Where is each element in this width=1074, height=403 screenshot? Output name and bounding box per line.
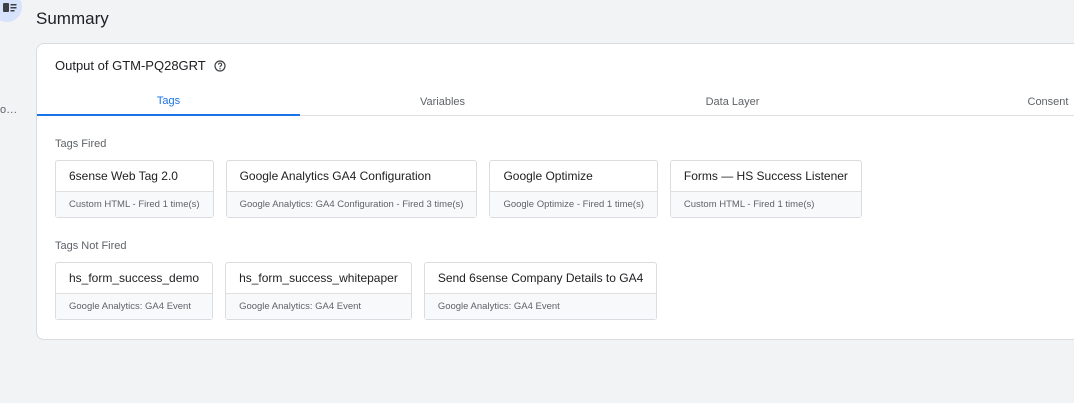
tag-name: 6sense Web Tag 2.0 (56, 161, 213, 192)
tag-card[interactable]: hs_form_success_whitepaper Google Analyt… (225, 262, 412, 320)
tags-fired-heading: Tags Fired (55, 138, 107, 150)
tab-bar: Tags Variables Data Layer Consent (37, 88, 1074, 116)
tag-meta: Google Analytics: GA4 Event (56, 294, 213, 319)
tag-meta: Custom HTML - Fired 1 time(s) (670, 192, 861, 217)
tag-name: hs_form_success_demo (56, 263, 213, 294)
tag-card[interactable]: Google Analytics GA4 Configuration Googl… (225, 160, 478, 218)
help-icon[interactable] (214, 59, 226, 72)
output-card: Output of GTM-PQ28GRT Tags Variables Dat… (36, 43, 1074, 340)
tag-meta: Google Analytics: GA4 Configuration - Fi… (226, 192, 477, 217)
output-title: Output of GTM-PQ28GRT (55, 58, 206, 73)
tag-card[interactable]: Google Optimize Google Optimize - Fired … (489, 160, 658, 218)
tag-card[interactable]: hs_form_success_demo Google Analytics: G… (55, 262, 214, 320)
tab-tags[interactable]: Tags (37, 88, 300, 116)
tags-fired-list: 6sense Web Tag 2.0 Custom HTML - Fired 1… (55, 160, 862, 218)
tag-name: Forms — HS Success Listener (670, 161, 861, 192)
tags-not-fired-list: hs_form_success_demo Google Analytics: G… (55, 262, 658, 320)
tab-data-layer[interactable]: Data Layer (585, 88, 880, 116)
tab-variables[interactable]: Variables (300, 88, 585, 116)
tag-meta: Custom HTML - Fired 1 time(s) (56, 192, 213, 217)
tag-card[interactable]: Send 6sense Company Details to GA4 Googl… (423, 262, 658, 320)
list-icon (0, 0, 17, 19)
page-title: Summary (36, 9, 109, 28)
tag-name: hs_form_success_whitepaper (226, 263, 411, 294)
tag-name: Send 6sense Company Details to GA4 (424, 263, 657, 294)
tab-consent[interactable]: Consent (880, 88, 1074, 116)
tag-card[interactable]: 6sense Web Tag 2.0 Custom HTML - Fired 1… (55, 160, 214, 218)
tag-name: Google Optimize (490, 161, 657, 192)
left-rail: o... (0, 0, 30, 403)
tag-meta: Google Analytics: GA4 Event (226, 294, 411, 319)
tag-card[interactable]: Forms — HS Success Listener Custom HTML … (669, 160, 862, 218)
tags-not-fired-heading: Tags Not Fired (55, 240, 127, 252)
tag-meta: Google Analytics: GA4 Event (424, 294, 657, 319)
rail-truncated-label: o... (0, 104, 18, 116)
tag-meta: Google Optimize - Fired 1 time(s) (490, 192, 657, 217)
output-header: Output of GTM-PQ28GRT (55, 58, 226, 73)
tag-name: Google Analytics GA4 Configuration (226, 161, 477, 192)
rail-nav-button[interactable] (0, 0, 22, 22)
